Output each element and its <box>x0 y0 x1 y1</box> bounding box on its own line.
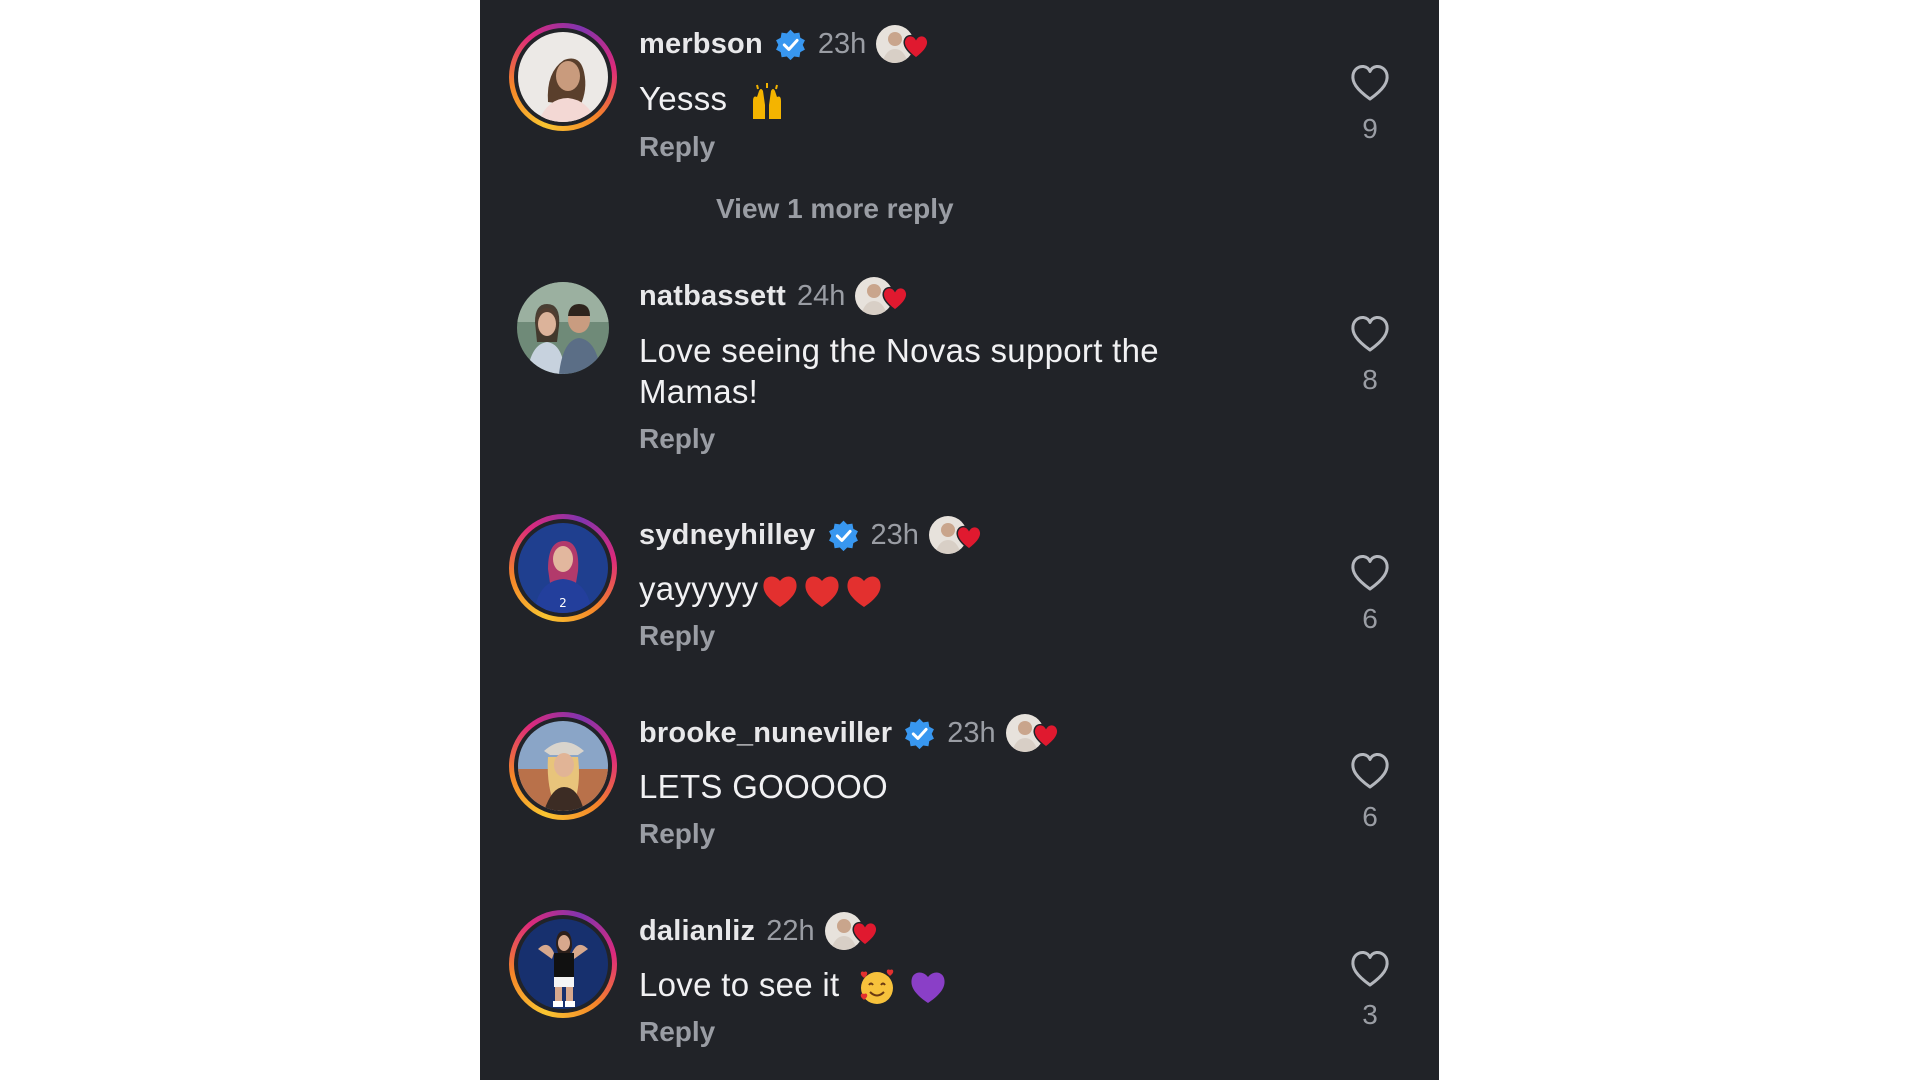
like-count: 6 <box>1362 603 1378 634</box>
avatar-story-ring[interactable] <box>509 910 617 1018</box>
avatar <box>517 282 609 374</box>
liked-by-creator-badge <box>928 515 987 555</box>
reply-button[interactable]: Reply <box>639 620 715 652</box>
heart-outline-icon[interactable] <box>1349 751 1391 791</box>
svg-text:2: 2 <box>559 596 567 610</box>
red-heart-emoji-icon <box>805 576 840 608</box>
username[interactable]: brooke_nuneviller <box>639 717 892 750</box>
liked-by-creator-badge <box>824 911 883 951</box>
avatar <box>518 919 608 1009</box>
liked-by-creator-badge <box>855 276 913 316</box>
reply-button[interactable]: Reply <box>639 1016 715 1048</box>
timestamp: 23h <box>870 518 919 551</box>
verified-badge-icon <box>775 29 805 60</box>
like-column: 8 <box>1340 314 1400 396</box>
heart-outline-icon[interactable] <box>1349 314 1391 354</box>
liked-by-creator-badge <box>1005 713 1064 753</box>
heart-outline-icon[interactable] <box>1349 63 1391 103</box>
comment-header: sydneyhilley 23h <box>639 515 987 555</box>
avatar-story-ring[interactable] <box>509 23 617 131</box>
view-more-replies-button[interactable]: View 1 more reply <box>716 193 954 225</box>
timestamp: 22h <box>766 914 815 947</box>
like-count: 3 <box>1362 999 1378 1030</box>
comment-text: Love seeing the Novas support the Mamas! <box>639 332 1159 410</box>
reply-button[interactable]: Reply <box>639 131 715 163</box>
username[interactable]: dalianliz <box>639 915 755 948</box>
profile-photo-icon: 2 <box>518 523 608 613</box>
red-heart-emoji-icon <box>763 576 798 608</box>
username[interactable]: sydneyhilley <box>639 519 816 552</box>
like-column: 6 <box>1340 751 1400 833</box>
avatar-story-ring[interactable] <box>509 712 617 820</box>
like-column: 3 <box>1340 949 1400 1031</box>
avatar-wrapper[interactable] <box>509 274 617 382</box>
reply-button[interactable]: Reply <box>639 818 715 850</box>
comment-header: dalianliz 22h <box>639 911 883 951</box>
username[interactable]: merbson <box>639 28 763 61</box>
heart-outline-icon[interactable] <box>1349 949 1391 989</box>
heart-filled-icon <box>852 921 878 946</box>
raising-hands-emoji-icon <box>752 83 781 120</box>
profile-photo-icon <box>518 32 608 122</box>
timestamp: 24h <box>797 279 846 312</box>
timestamp: 23h <box>817 27 867 60</box>
liked-by-creator-badge <box>876 24 934 64</box>
purple-heart-emoji-icon <box>911 972 945 1004</box>
comment-text: LETS GOOOOO <box>639 768 889 805</box>
comment-text: Yesss <box>639 78 1239 121</box>
profile-photo-icon <box>517 282 609 374</box>
avatar <box>518 721 608 811</box>
comment-text: yayyyyy <box>639 568 1239 611</box>
profile-photo-icon <box>518 721 608 811</box>
heart-filled-icon <box>1033 723 1059 748</box>
heart-filled-icon <box>882 286 908 311</box>
avatar <box>518 32 608 122</box>
like-count: 6 <box>1362 801 1378 832</box>
timestamp: 23h <box>947 716 996 749</box>
like-count: 8 <box>1362 364 1378 395</box>
like-column: 9 <box>1340 63 1400 145</box>
smiling-face-with-hearts-emoji-icon <box>860 969 894 1005</box>
profile-photo-icon <box>518 919 608 1009</box>
comment-header: brooke_nuneviller 23h <box>639 713 1064 753</box>
heart-filled-icon <box>956 525 982 550</box>
comment-header: merbson 23h <box>639 24 934 64</box>
heart-filled-icon <box>903 34 929 59</box>
like-count: 9 <box>1362 113 1378 144</box>
comments-panel: merbson 23h Yesss Reply 9 View 1 more re… <box>480 0 1439 1080</box>
red-heart-emoji-icon <box>847 576 882 608</box>
comment-text: Love to see it <box>639 964 1239 1007</box>
like-column: 6 <box>1340 553 1400 635</box>
verified-badge-icon <box>905 718 935 749</box>
reply-button[interactable]: Reply <box>639 423 715 455</box>
heart-outline-icon[interactable] <box>1349 553 1391 593</box>
comment-header: natbassett 24h <box>639 276 913 316</box>
verified-badge-icon <box>828 520 858 551</box>
avatar: 2 <box>518 523 608 613</box>
username[interactable]: natbassett <box>639 280 786 313</box>
avatar-story-ring[interactable]: 2 <box>509 514 617 622</box>
